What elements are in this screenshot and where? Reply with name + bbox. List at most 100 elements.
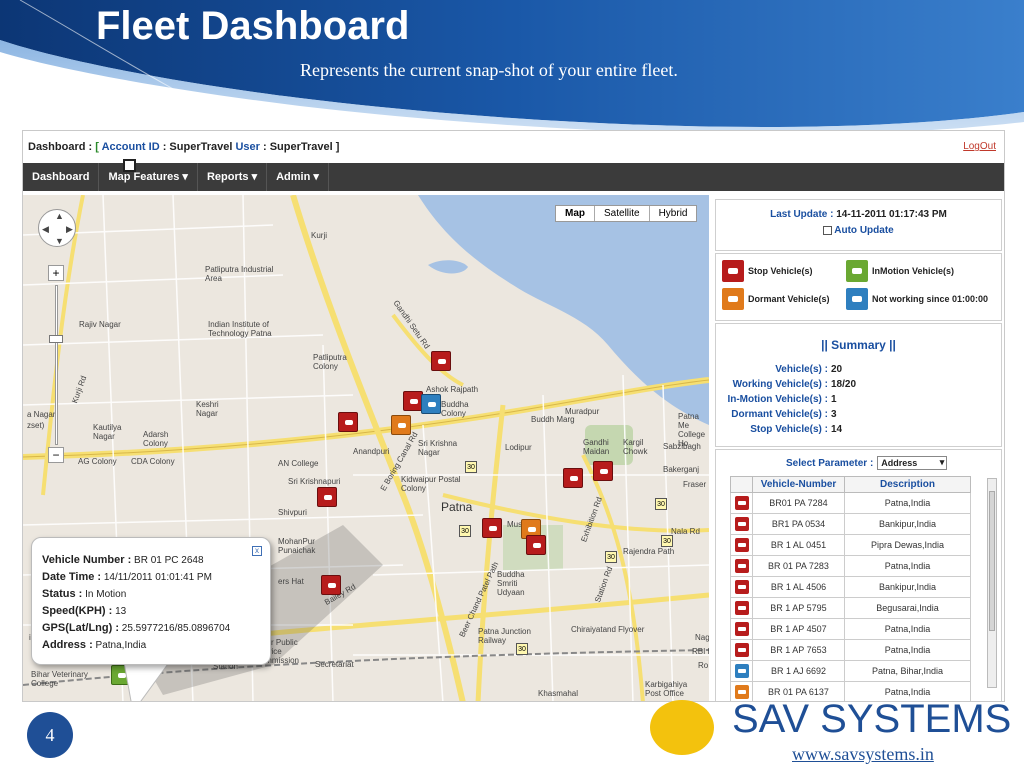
vehicle-marker-stop-icon[interactable] xyxy=(321,575,341,595)
vehicle-marker-stop-icon[interactable] xyxy=(403,391,423,411)
map-label: Sri Krishna Nagar xyxy=(418,439,458,457)
summary-label: Dormant Vehicle(s) : xyxy=(731,409,828,420)
map-label: Nag xyxy=(695,633,709,642)
vehicle-status-cell xyxy=(730,576,753,598)
map-label: Keshri Nagar xyxy=(196,400,219,418)
nav-map-features[interactable]: Map Features ▾ xyxy=(99,163,198,191)
popup-row: GPS(Lat/Lng) : 25.5977216/85.0896704 xyxy=(42,622,260,634)
map-label: Kargil Chowk xyxy=(623,438,648,456)
highway-shield-icon: 30 xyxy=(516,643,528,655)
map-label-city: Patna xyxy=(441,500,473,514)
vehicle-number-cell[interactable]: BR1 PA 0534 xyxy=(752,513,845,535)
fleet-map[interactable]: Map Satellite Hybrid ▲ ◀ ▶ ▼ + − Kurji P… xyxy=(23,195,709,701)
pan-control[interactable]: ▲ ◀ ▶ ▼ xyxy=(38,209,76,247)
pan-up-icon[interactable]: ▲ xyxy=(55,211,64,221)
last-update: Last Update : 14-11-2011 01:17:43 PM xyxy=(716,200,1001,220)
vehicle-table: Vehicle-Number Description BR01 PA 7284 P… xyxy=(730,476,971,701)
map-label: Khasmahal xyxy=(538,689,579,698)
popup-row: Date Time : 14/11/2011 01:01:41 PM xyxy=(42,571,260,583)
popup-close-icon[interactable]: x xyxy=(252,546,262,556)
vehicle-marker-stop-icon[interactable] xyxy=(338,412,358,432)
vehicle-number-cell[interactable]: BR 1 AP 5795 xyxy=(752,597,845,619)
map-label: zset) xyxy=(27,421,45,430)
table-header-description[interactable]: Description xyxy=(844,476,971,493)
legend-label: Stop Vehicle(s) xyxy=(748,266,813,276)
vehicle-marker-stop-icon[interactable] xyxy=(563,468,583,488)
vehicle-number-cell[interactable]: BR 1 AJ 6692 xyxy=(752,660,845,682)
vehicle-number-cell[interactable]: BR 1 AP 7653 xyxy=(752,639,845,661)
map-label: Buddh Marg xyxy=(531,415,575,424)
zoom-out-button[interactable]: − xyxy=(48,447,64,463)
vehicle-marker-stop-icon[interactable] xyxy=(593,461,613,481)
vehicle-number-cell[interactable]: BR 1 AL 0451 xyxy=(752,534,845,556)
highway-shield-icon: 30 xyxy=(465,461,477,473)
pan-left-icon[interactable]: ◀ xyxy=(42,224,49,235)
vehicle-status-cell xyxy=(730,513,753,535)
table-row[interactable]: BR 1 AL 0451 Pipra Dewas,India xyxy=(730,534,971,556)
vehicle-marker-stop-icon[interactable] xyxy=(482,518,502,538)
vehicle-description-cell: Patna,India xyxy=(844,492,971,514)
map-label: Sri Krishnapuri xyxy=(288,477,341,486)
map-label: a Nagar xyxy=(27,410,56,419)
zoom-in-button[interactable]: + xyxy=(48,265,64,281)
pan-down-icon[interactable]: ▼ xyxy=(55,236,64,246)
table-row[interactable]: BR 1 AP 5795 Begusarai,India xyxy=(730,597,971,619)
vehicle-number-cell[interactable]: BR01 PA 7284 xyxy=(752,492,845,514)
vehicle-number-cell[interactable]: BR 1 AP 4507 xyxy=(752,618,845,640)
popup-value: 25.5977216/85.0896704 xyxy=(121,623,231,634)
table-header-row: Vehicle-Number Description xyxy=(730,476,971,493)
table-row[interactable]: BR 01 PA 7283 Patna,India xyxy=(730,555,971,577)
vehicle-marker-stop-icon[interactable] xyxy=(431,351,451,371)
table-row[interactable]: BR01 PA 7284 Patna,India xyxy=(730,492,971,514)
map-label: CDA Colony xyxy=(131,457,175,466)
vehicle-number-cell[interactable]: BR 1 AL 4506 xyxy=(752,576,845,598)
nav-reports[interactable]: Reports ▾ xyxy=(198,163,268,191)
popup-value: 14/11/2011 01:01:41 PM xyxy=(103,572,212,583)
vehicle-marker-notworking-icon[interactable] xyxy=(421,394,441,414)
zoom-slider-thumb[interactable] xyxy=(49,335,63,343)
legend-notworking: Not working since 01:00:00 xyxy=(846,288,988,310)
map-type-hybrid[interactable]: Hybrid xyxy=(650,206,697,221)
legend-label: Dormant Vehicle(s) xyxy=(748,294,830,304)
nav-admin[interactable]: Admin ▾ xyxy=(267,163,329,191)
map-type-switcher: Map Satellite Hybrid xyxy=(555,205,698,222)
auto-update[interactable]: Auto Update xyxy=(716,225,1001,236)
vehicle-number-cell[interactable]: BR 01 PA 7283 xyxy=(752,555,845,577)
auto-update-checkbox[interactable] xyxy=(823,225,833,235)
vehicle-marker-stop-icon[interactable] xyxy=(317,487,337,507)
logout-link[interactable]: LogOut xyxy=(963,141,996,152)
vehicle-description-cell: Bankipur,India xyxy=(844,576,971,598)
brand-url-link[interactable]: www.savsystems.in xyxy=(792,744,934,765)
vehicle-status-cell xyxy=(730,534,753,556)
table-row[interactable]: BR 1 AP 7653 Patna,India xyxy=(730,639,971,661)
zoom-slider[interactable] xyxy=(55,285,58,445)
table-row[interactable]: BR1 PA 0534 Bankipur,India xyxy=(730,513,971,535)
vehicle-marker-stop-icon[interactable] xyxy=(526,535,546,555)
table-row[interactable]: BR 1 AP 4507 Patna,India xyxy=(730,618,971,640)
table-row[interactable]: BR 1 AL 4506 Bankipur,India xyxy=(730,576,971,598)
last-update-box: Last Update : 14-11-2011 01:17:43 PM Aut… xyxy=(715,199,1002,251)
scrollbar-thumb[interactable] xyxy=(989,491,995,631)
map-label: Buddha Colony xyxy=(441,400,469,418)
nav-dashboard[interactable]: Dashboard xyxy=(23,163,100,191)
map-type-satellite[interactable]: Satellite xyxy=(595,206,650,221)
vehicle-stop-icon xyxy=(734,622,749,636)
vehicle-marker-dormant-icon[interactable] xyxy=(391,415,411,435)
table-header-icon xyxy=(730,476,753,493)
popup-value: In Motion xyxy=(85,589,127,600)
popup-value: BR 01 PC 2648 xyxy=(134,555,204,566)
map-label: Buddha Smriti Udyaan xyxy=(497,570,525,597)
map-type-map[interactable]: Map xyxy=(556,206,595,221)
select-parameter-dropdown[interactable]: Address xyxy=(877,456,948,470)
popup-row: Vehicle Number : BR 01 PC 2648 xyxy=(42,554,260,566)
map-label: MohanPur Punaichak xyxy=(278,537,316,555)
vehicle-info-popup: x Vehicle Number : BR 01 PC 2648 Date Ti… xyxy=(31,537,271,665)
map-label: Adarsh Colony xyxy=(143,430,169,448)
inmotion-vehicle-icon xyxy=(846,260,868,282)
vehicle-stop-icon xyxy=(734,496,749,510)
table-row[interactable]: BR 1 AJ 6692 Patna, Bihar,India xyxy=(730,660,971,682)
table-header-vehicle-number[interactable]: Vehicle-Number xyxy=(752,476,845,493)
vehicle-table-scrollbar[interactable] xyxy=(987,478,997,688)
map-label: Ashok Rajpath xyxy=(426,385,479,394)
pan-right-icon[interactable]: ▶ xyxy=(66,224,73,235)
